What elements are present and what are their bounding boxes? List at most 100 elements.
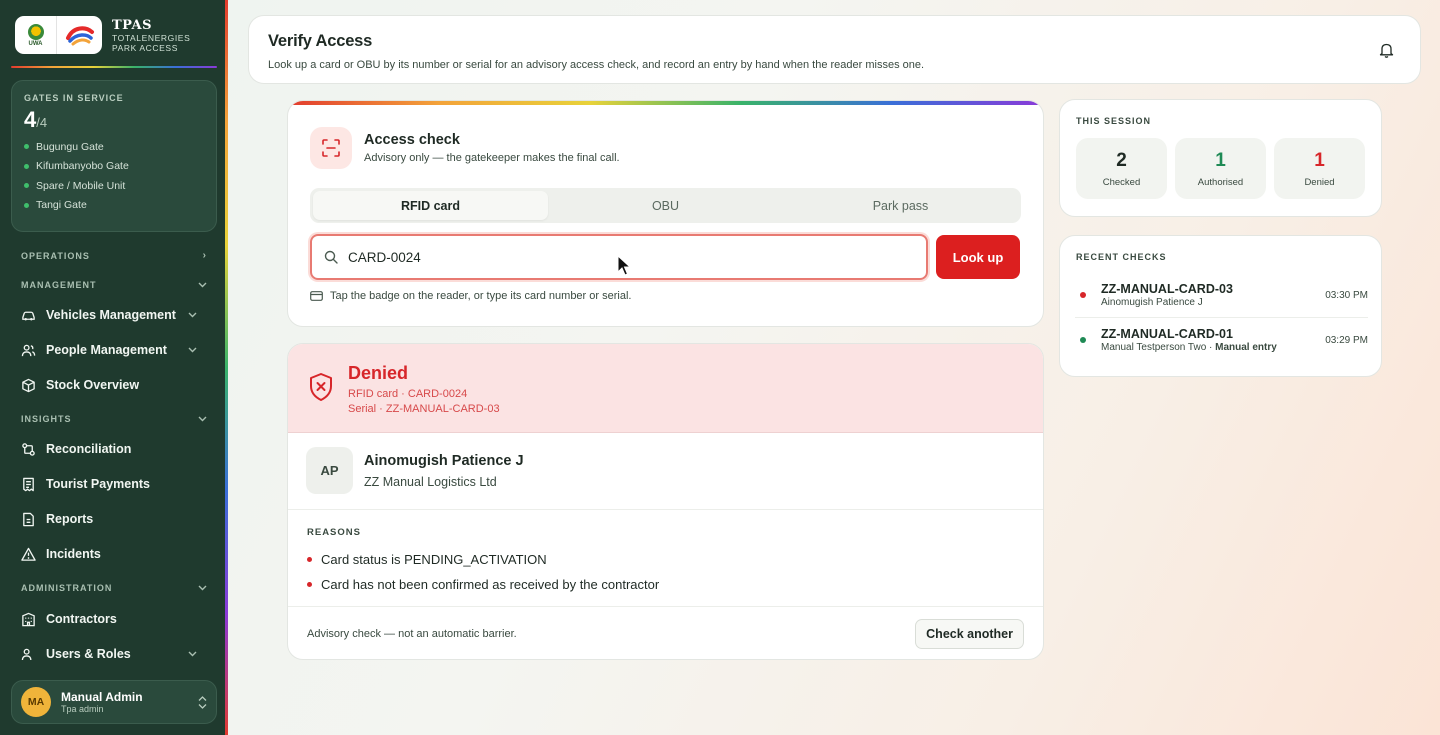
session-stats-card: THIS SESSION 2 Checked 1 Authorised 1 De… (1059, 99, 1382, 217)
user-role: Tpa admin (61, 704, 104, 714)
receipt-icon (23, 477, 34, 491)
gate-name: Tangi Gate (36, 199, 87, 212)
recent-check-holder-name: Manual Testperson Two · (1101, 342, 1216, 353)
bell-icon[interactable] (1379, 42, 1394, 58)
list-item[interactable]: ZZ-MANUAL-CARD-03 Ainomugish Patience J … (1075, 273, 1368, 317)
page-header: Verify Access Look up a card or OBU by i… (248, 15, 1421, 84)
people-icon (21, 344, 36, 356)
nav-item-incidents[interactable]: Incidents (21, 543, 207, 565)
stat-authorised: 1 Authorised (1175, 138, 1266, 199)
document-icon (23, 512, 34, 526)
stat-label: Denied (1304, 176, 1335, 188)
nav-item-reports[interactable]: Reports (21, 508, 207, 530)
brand-rainbow-divider (11, 66, 217, 68)
reasons-label: REASONS (307, 527, 361, 538)
uwa-logo-text: UWA (28, 40, 43, 47)
chevron-right-icon: › (202, 250, 207, 261)
nav-item-vehicles-management[interactable]: Vehicles Management (21, 304, 207, 326)
gates-in-service-card: GATES IN SERVICE 4/4 Bugungu Gate Kifumb… (11, 80, 217, 232)
chevron-up-down-icon (198, 695, 207, 709)
card-icon (310, 291, 323, 301)
recent-checks-label: RECENT CHECKS (1076, 252, 1167, 262)
reason-text: Card status is PENDING_ACTIVATION (321, 552, 547, 567)
brand-text: TPAS TOTALENERGIES PARK ACCESS (112, 18, 190, 53)
nav-section-insights[interactable]: INSIGHTS (21, 414, 207, 424)
gate-name: Spare / Mobile Unit (36, 179, 126, 192)
nav-item-people-management[interactable]: People Management (21, 339, 207, 361)
recent-check-meta: ZZ-MANUAL-CARD-01 Manual Testperson Two … (1101, 327, 1325, 353)
nav-section-label: MANAGEMENT (21, 280, 97, 290)
gate-item: Spare / Mobile Unit (24, 176, 204, 196)
gate-list: Bugungu Gate Kifumbanyobo Gate Spare / M… (24, 137, 204, 215)
nav-item-label: Reconciliation (46, 442, 132, 456)
rainbow-bar (288, 101, 1043, 105)
nav-item-tourist-payments[interactable]: Tourist Payments (21, 473, 207, 495)
status-dot-icon (1080, 292, 1086, 298)
stat-label: Authorised (1197, 176, 1244, 188)
car-icon (22, 311, 35, 320)
nav-item-label: Users & Roles (46, 647, 131, 660)
nav-item-label: Reports (46, 512, 94, 526)
chevron-down-icon (198, 416, 207, 422)
nav-item-reconciliation[interactable]: Reconciliation (21, 438, 207, 460)
gate-name: Kifumbanyobo Gate (36, 160, 129, 173)
result-footer: Advisory check — not an automatic barrie… (288, 607, 1043, 659)
uwa-logo-icon: UWA (15, 16, 57, 54)
gates-label: GATES IN SERVICE (24, 93, 124, 103)
brand[interactable]: UWA TPAS TOTALENERGIES PARK ACCESS (15, 16, 190, 54)
recent-check-holder: Manual Testperson Two · Manual entry (1101, 342, 1325, 353)
user-menu[interactable]: MA Manual Admin Tpa admin (11, 680, 217, 724)
reasons-list: Card status is PENDING_ACTIVATION Card h… (307, 547, 1024, 597)
access-check-title: Access check (364, 132, 460, 148)
nav-section-management[interactable]: MANAGEMENT (21, 280, 207, 290)
result-card-line: RFID card · CARD-0024 (348, 388, 468, 400)
recent-check-time: 03:29 PM (1325, 334, 1368, 346)
holder-organization: ZZ Manual Logistics Ltd (364, 475, 497, 489)
nav-section-administration[interactable]: ADMINISTRATION (21, 583, 207, 593)
building-icon (22, 612, 35, 626)
tab-rfid-card[interactable]: RFID card (313, 191, 548, 220)
gate-item: Bugungu Gate (24, 137, 204, 157)
manual-entry-tag: Manual entry (1215, 342, 1277, 353)
stat-denied: 1 Denied (1274, 138, 1365, 199)
nav-item-label: Tourist Payments (46, 477, 150, 491)
nav-section-label: OPERATIONS (21, 250, 90, 261)
list-item[interactable]: ZZ-MANUAL-CARD-01 Manual Testperson Two … (1075, 318, 1368, 362)
recent-check-meta: ZZ-MANUAL-CARD-03 Ainomugish Patience J (1101, 282, 1325, 308)
page-description: Look up a card or OBU by its number or s… (268, 59, 925, 71)
card-holder: AP Ainomugish Patience J ZZ Manual Logis… (288, 433, 1043, 510)
gates-in-service-count: 4 (24, 107, 37, 132)
bullet-icon (307, 557, 312, 562)
nav-item-users-roles[interactable]: Users & Roles (21, 643, 207, 660)
brand-subtitle-2: PARK ACCESS (112, 42, 178, 53)
status-dot-icon (24, 202, 29, 208)
nav-item-contractors[interactable]: Contractors (21, 608, 207, 630)
list-item: Card has not been confirmed as received … (307, 572, 1024, 597)
stat-value: 1 (1314, 149, 1325, 171)
brand-logos: UWA (15, 16, 102, 54)
reconcile-icon (22, 442, 35, 456)
chevron-down-icon (188, 312, 197, 318)
stat-label: Checked (1102, 176, 1141, 188)
card-search-input[interactable] (348, 249, 848, 265)
nav-item-stock-overview[interactable]: Stock Overview (21, 374, 207, 396)
mouse-pointer-icon (617, 255, 631, 276)
stat-checked: 2 Checked (1076, 138, 1167, 199)
brand-subtitle-1: TOTALENERGIES (112, 32, 191, 43)
tab-park-pass[interactable]: Park pass (783, 191, 1018, 220)
look-up-button[interactable]: Look up (936, 235, 1020, 279)
nav-item-label: Stock Overview (46, 378, 140, 392)
avatar: AP (306, 447, 353, 494)
nav-section-operations[interactable]: OPERATIONS › (21, 250, 207, 261)
totalenergies-logo-icon (57, 16, 102, 54)
chevron-down-icon (198, 282, 207, 288)
access-result-card: Denied RFID card · CARD-0024 Serial · ZZ… (287, 343, 1044, 660)
gates-count: 4/4 (24, 107, 204, 133)
access-check-subtitle: Advisory only — the gatekeeper makes the… (364, 152, 620, 164)
result-status: Denied (348, 363, 409, 383)
tab-obu[interactable]: OBU (548, 191, 783, 220)
user-name: Manual Admin (61, 690, 143, 704)
check-another-button[interactable]: Check another (915, 619, 1024, 649)
nav-item-label: People Management (46, 343, 167, 357)
recent-checks-card: RECENT CHECKS ZZ-MANUAL-CARD-03 Ainomugi… (1059, 235, 1382, 377)
